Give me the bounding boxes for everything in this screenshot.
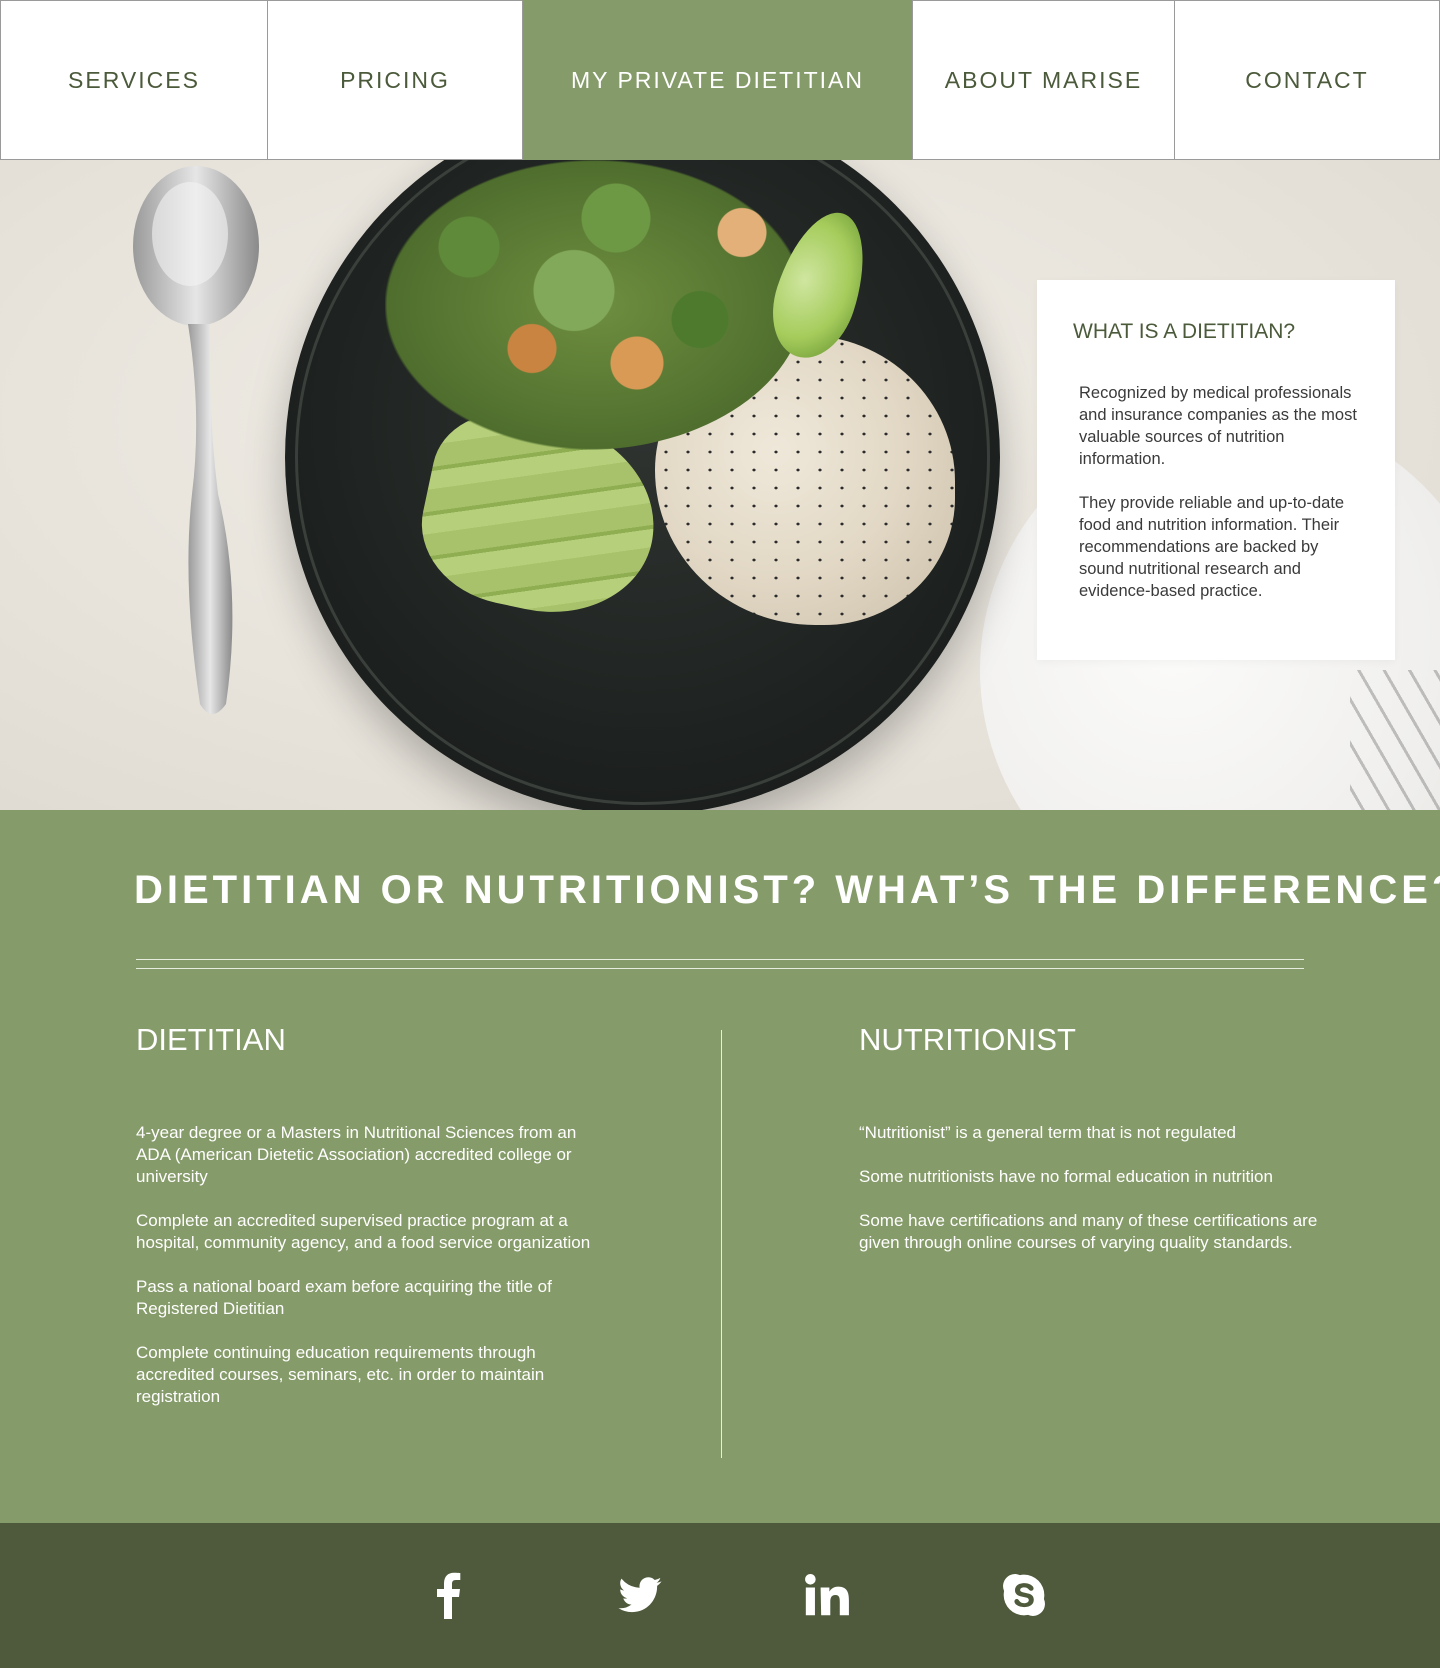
dietitian-point: Pass a national board exam before acquir… bbox=[136, 1277, 552, 1318]
napkin-stripe bbox=[1350, 670, 1440, 810]
nutritionist-point: “Nutritionist” is a general term that is… bbox=[859, 1123, 1237, 1142]
dietitian-point: 4-year degree or a Masters in Nutritiona… bbox=[136, 1123, 577, 1186]
nutritionist-point: Some nutritionists have no formal educat… bbox=[859, 1167, 1273, 1186]
hero-section: WHAT IS A DIETITIAN? Recognized by medic… bbox=[0, 160, 1440, 810]
footer bbox=[0, 1523, 1440, 1668]
dietitian-point: Complete continuing education requiremen… bbox=[136, 1343, 545, 1406]
facebook-icon[interactable] bbox=[420, 1567, 476, 1623]
linkedin-icon[interactable] bbox=[799, 1567, 855, 1623]
what-is-dietitian-card: WHAT IS A DIETITIAN? Recognized by medic… bbox=[1037, 280, 1395, 660]
nav-label: ABOUT MARISE bbox=[944, 67, 1143, 93]
nav-label: MY PRIVATE DIETITIAN bbox=[570, 67, 865, 93]
nav-about-marise[interactable]: ABOUT MARISE bbox=[912, 0, 1174, 160]
dietitian-column: DIETITIAN 4-year degree or a Masters in … bbox=[136, 1022, 596, 1430]
dietitian-point: Complete an accredited supervised practi… bbox=[136, 1211, 591, 1252]
dietitian-heading: DIETITIAN bbox=[136, 1022, 286, 1057]
comparison-section: DIETITIAN OR NUTRITIONIST? WHAT’S THE DI… bbox=[0, 810, 1440, 1523]
nav-my-private-dietitian[interactable]: MY PRIVATE DIETITIAN bbox=[522, 0, 912, 160]
nutritionist-column: NUTRITIONIST “Nutritionist” is a general… bbox=[859, 1022, 1319, 1276]
card-paragraph: Recognized by medical professionals and … bbox=[1079, 384, 1357, 468]
skype-icon[interactable] bbox=[996, 1567, 1052, 1623]
nutritionist-point: Some have certifications and many of the… bbox=[859, 1211, 1318, 1252]
title-rule-bottom bbox=[136, 968, 1304, 969]
nav-contact[interactable]: CONTACT bbox=[1174, 0, 1440, 160]
column-divider bbox=[721, 1030, 722, 1458]
title-rule-top bbox=[136, 959, 1304, 960]
nav-label: PRICING bbox=[340, 67, 450, 93]
nav-services[interactable]: SERVICES bbox=[0, 0, 267, 160]
nav-pricing[interactable]: PRICING bbox=[267, 0, 522, 160]
food-bowl-image bbox=[285, 160, 1000, 810]
nav-label: SERVICES bbox=[68, 67, 200, 93]
nutritionist-heading: NUTRITIONIST bbox=[859, 1022, 1076, 1057]
card-title: WHAT IS A DIETITIAN? bbox=[1073, 320, 1296, 343]
spoon-image bbox=[133, 166, 259, 714]
card-paragraph: They provide reliable and up-to-date foo… bbox=[1079, 494, 1345, 600]
section-title: DIETITIAN OR NUTRITIONIST? WHAT’S THE DI… bbox=[134, 868, 1440, 912]
twitter-icon[interactable] bbox=[612, 1567, 668, 1623]
nav-label: CONTACT bbox=[1245, 67, 1369, 93]
main-nav: SERVICES PRICING MY PRIVATE DIETITIAN AB… bbox=[0, 0, 1440, 160]
